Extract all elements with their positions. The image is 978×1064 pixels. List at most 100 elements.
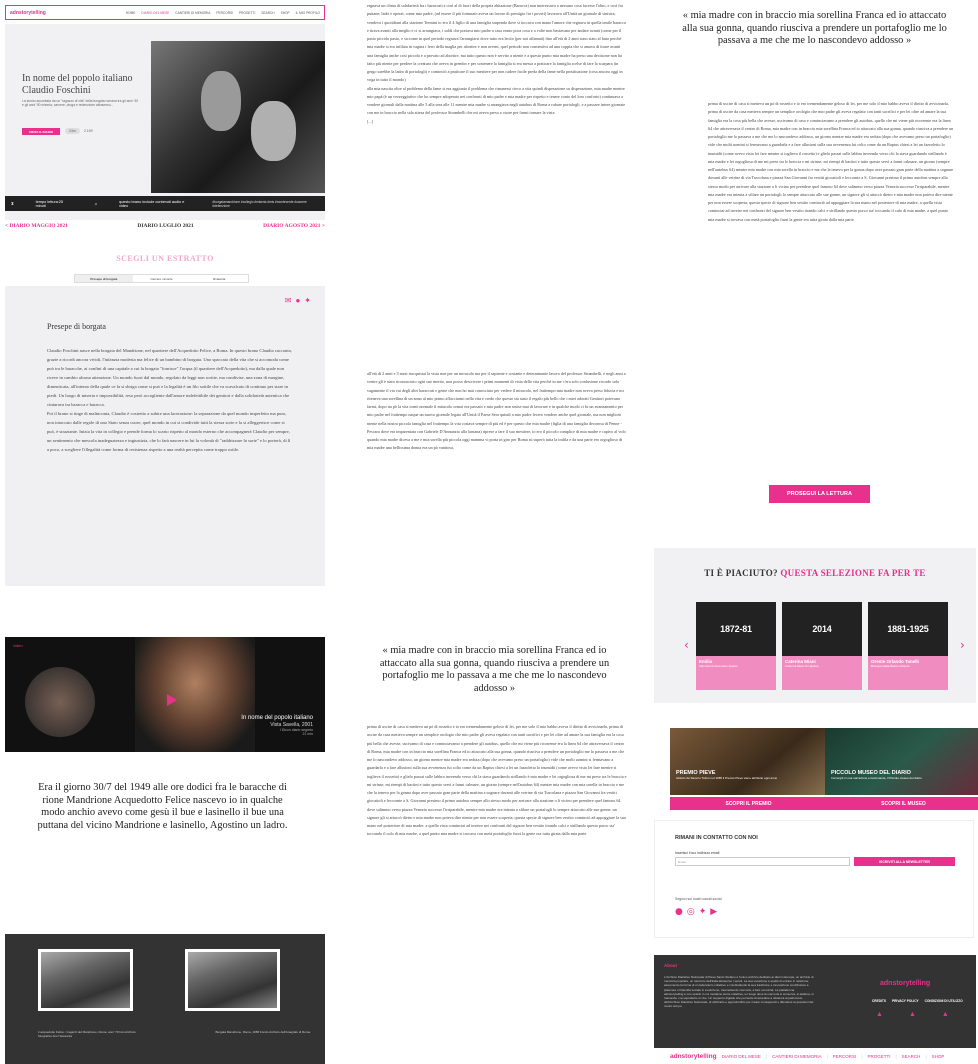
premio-promo: PREMIO PIEVE Istituito da Saverio Tutino …: [670, 728, 827, 810]
hero-section: In nome del popolo italiano Claudio Fosc…: [5, 24, 325, 220]
page-column-2: ergnava un clima di solidarietà fra i ba…: [332, 0, 650, 1064]
nav-item[interactable]: SHOP: [281, 11, 290, 15]
gallery-photo[interactable]: [185, 949, 280, 1011]
email-label: Inserisci il tuo indirizzo email: [675, 851, 720, 855]
bottom-nav-item[interactable]: PERCORSI: [833, 1054, 857, 1059]
twitter-icon[interactable]: ✦: [699, 907, 707, 917]
pull-quote: « mia madre con in braccio mia sorellina…: [682, 10, 947, 47]
facebook-icon[interactable]: ●: [295, 296, 300, 305]
footer-link[interactable]: CONDIZIONI DI UTILIZZO: [925, 999, 963, 1003]
card-sub: Indomito Anniversario Quarto: [699, 664, 738, 668]
footer-logo[interactable]: adnstorytelling: [880, 980, 930, 987]
read-time: tempo lettura:25 minuti: [35, 199, 64, 208]
suggestion-card[interactable]: 1881-1925 Oreste Orlando Tanelli Bologna-…: [868, 602, 948, 690]
bottom-nav-item[interactable]: SHOP: [932, 1054, 945, 1059]
hero-stats: 24m 2.199: [65, 128, 93, 134]
next-diary-link[interactable]: DIARIO AGOSTO 2021 >: [263, 223, 325, 229]
nav-item[interactable]: DIARIO DEL MESE: [141, 11, 169, 15]
audio-note: questo brano include contenuti audio e v…: [119, 199, 185, 208]
bottom-nav-item[interactable]: CANTIERI DI MEMORIA: [772, 1054, 822, 1059]
hero-tags[interactable]: #borgatamandrione #collegio #miseria #mi…: [212, 200, 319, 208]
instagram-icon[interactable]: ◎: [687, 907, 695, 917]
discover-museo-button[interactable]: SCOPRI IL MUSEO: [825, 797, 978, 810]
suggestion-card[interactable]: 2014 Caterina Miani Caterina Miani di Ugo…: [782, 602, 862, 690]
video-duration: 21 min: [302, 732, 313, 736]
museo-sub: Immergiti in una narrazione emozionante,…: [831, 776, 922, 780]
hourglass-icon: ⧗: [11, 201, 14, 206]
card-years: 2014: [782, 602, 862, 656]
arrow-up-icon[interactable]: ▲: [876, 1011, 883, 1018]
tab-presepe[interactable]: Presepe di borgata: [75, 275, 133, 282]
bottom-nav-item[interactable]: PROGETTI: [867, 1054, 890, 1059]
hero-info-bar: ⧗ tempo lettura:25 minuti ♫ questo brano…: [5, 196, 325, 211]
excerpt-body: Claudio Foschini nasce nella borgata del…: [47, 346, 292, 454]
facebook-icon[interactable]: ●: [675, 907, 683, 917]
diary-paragraph: ergnava un clima di solidarietà fra i ba…: [367, 3, 626, 83]
newsletter-title: RIMANI IN CONTATTO CON NOI: [675, 835, 758, 841]
youtube-icon[interactable]: ▶: [710, 907, 717, 917]
bottom-nav-item[interactable]: DIARIO DEL MESE: [722, 1054, 761, 1059]
diary-month-nav: < DIARIO MAGGIO 2021 DIARIO LUGLIO 2021 …: [5, 223, 325, 229]
footer-link[interactable]: CREDITS: [872, 999, 886, 1003]
arrow-up-icon[interactable]: ▲: [909, 1011, 916, 1018]
card-years: 1881-1925: [868, 602, 948, 656]
diary-text: ergnava un clima di solidarietà fra i ba…: [367, 2, 627, 126]
tab-carcere[interactable]: Carcere minorile: [133, 275, 191, 282]
discover-premio-button[interactable]: SCOPRI IL PREMIO: [670, 797, 827, 810]
chevron-right-icon[interactable]: ›: [960, 638, 965, 652]
video-player[interactable]: video In nome del popolo italiano Vista …: [5, 637, 325, 752]
nav-item[interactable]: HOME: [126, 11, 136, 15]
pull-quote: « mia madre con in braccio mia sorellina…: [379, 645, 610, 695]
diary-paragraph: all'età di 2 anni e 3 mesi riacquistai l…: [367, 371, 626, 451]
diary-text: all'età di 2 anni e 3 mesi riacquistai l…: [367, 370, 627, 453]
gallery-photo[interactable]: [38, 949, 133, 1011]
subscribe-button[interactable]: ISCRIVITI ALLA NEWSLETTER: [854, 857, 955, 866]
arrow-up-icon[interactable]: ▲: [942, 1011, 949, 1018]
museo-promo: PICCOLO MUSEO DEL DIARIO Immergiti in una…: [825, 728, 978, 810]
nav-item[interactable]: CANTIERI DI MEMORIA: [175, 11, 210, 15]
site-logo[interactable]: adnstorytelling: [10, 10, 46, 16]
prev-diary-link[interactable]: < DIARIO MAGGIO 2021: [5, 223, 68, 229]
diary-text: prima di uscire di casa si metteva un pò…: [367, 723, 627, 839]
excerpt-panel: ✉ ● ✦ Presepe di borgata Claudio Foschin…: [5, 286, 325, 586]
suggestion-card[interactable]: 1872-81 Emilia Indomito Anniversario Quar…: [696, 602, 776, 690]
visit-diary-button[interactable]: VISITA IL DIARIO: [22, 128, 60, 135]
estratto-heading: SCEGLI UN ESTRATTO: [116, 254, 214, 263]
bottom-logo[interactable]: adnstorytelling: [670, 1053, 717, 1060]
about-heading: About: [664, 963, 677, 968]
bottom-nav-item[interactable]: SEARCH: [902, 1054, 921, 1059]
nav-item[interactable]: SEARCH: [261, 11, 274, 15]
museo-image: [825, 728, 978, 795]
play-icon[interactable]: [167, 694, 177, 706]
nav-item[interactable]: PERCORSI: [216, 11, 233, 15]
nav-item[interactable]: PROGETTI: [239, 11, 255, 15]
follow-label: Seguici sui nostri canali social: [675, 897, 722, 901]
ellipsis: [...]: [367, 118, 373, 124]
diary-paragraph: alla mia nascita oltre al problema della…: [367, 85, 626, 116]
email-field[interactable]: Email: [675, 857, 850, 866]
footer-link[interactable]: PRIVACY POLICY: [892, 999, 919, 1003]
footer-icons: ▲ ▲ ▲: [876, 1011, 949, 1018]
page-column-1: adnstorytelling HOME DIARIO DEL MESE CAN…: [0, 0, 330, 1064]
page-column-3: « mia madre con in braccio mia sorellina…: [652, 0, 978, 1064]
twitter-icon[interactable]: ✦: [304, 296, 311, 305]
hero-title: In nome del popolo italiano Claudio Fosc…: [22, 73, 133, 96]
nav-item[interactable]: IL MIO PROFILO: [296, 11, 320, 15]
continue-reading-button[interactable]: PROSEGUI LA LETTURA: [769, 485, 870, 503]
card-sub: Caterina Miani di Ugolina: [785, 664, 819, 668]
current-diary: DIARIO LUGLIO 2021: [137, 223, 194, 229]
premio-sub: Istituito da Saverio Tutino nel 1985 il …: [676, 776, 778, 780]
excerpt-paragraph: Claudio Foschini nasce nella borgata del…: [47, 348, 292, 407]
video-tag: video: [13, 643, 23, 648]
likes-badge[interactable]: 24m: [65, 128, 80, 134]
footer-links: CREDITS PRIVACY POLICY CONDIZIONI DI UTI…: [872, 999, 963, 1003]
video-title: In nome del popolo italiano: [241, 715, 313, 721]
chevron-left-icon[interactable]: ‹: [684, 638, 689, 652]
bottom-navbar: adnstorytelling DIARIO DEL MESE | CANTIER…: [654, 1048, 976, 1064]
mail-icon[interactable]: ✉: [285, 296, 292, 305]
share-icons: ✉ ● ✦: [285, 296, 311, 305]
card-sub: Bologna-Italia-Bianco Mondo: [871, 664, 910, 668]
newsletter-box: RIMANI IN CONTATTO CON NOI Inserisci il …: [654, 820, 974, 938]
tab-rinascita[interactable]: Rinascita: [190, 275, 248, 282]
diary-paragraph: prima di uscire di casa si metteva un pò…: [708, 101, 954, 222]
